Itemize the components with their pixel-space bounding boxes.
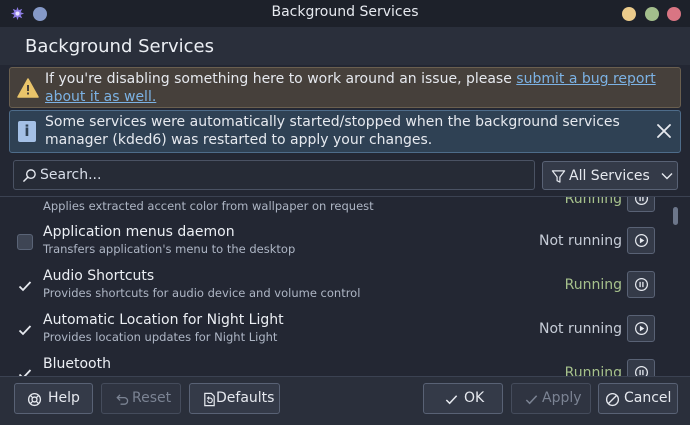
maximize-button[interactable] [645, 7, 659, 21]
service-status: Running [564, 277, 622, 293]
scrollbar-thumb[interactable] [673, 207, 678, 225]
check-icon [525, 395, 538, 405]
service-name: Bluetooth [43, 356, 111, 372]
start-service-button[interactable] [627, 227, 655, 254]
stop-service-button[interactable] [627, 271, 655, 298]
service-status: Not running [538, 233, 622, 249]
service-checkbox[interactable] [17, 366, 33, 376]
service-row[interactable]: Applies extracted accent color from wall… [0, 196, 680, 223]
undo-icon [116, 394, 129, 405]
pause-icon [634, 197, 649, 206]
warning-message: If you're disabling something here to wo… [9, 67, 681, 108]
service-status: Not running [538, 321, 622, 337]
service-row[interactable]: Audio Shortcuts Provides shortcuts for a… [0, 267, 680, 311]
filter-icon [551, 170, 566, 183]
filter-selected-label: All Services [569, 168, 650, 184]
document-restore-icon [204, 392, 215, 407]
apply-button[interactable]: Apply [511, 383, 591, 414]
service-status: Running [564, 365, 622, 376]
service-description: Applies extracted accent color from wall… [43, 199, 374, 213]
stop-service-button[interactable] [627, 197, 655, 212]
search-input[interactable] [40, 161, 528, 189]
cancel-button[interactable]: Cancel [598, 383, 678, 414]
search-field[interactable] [13, 160, 535, 190]
play-icon [634, 321, 649, 336]
warning-text: If you're disabling something here to wo… [45, 70, 675, 106]
defaults-button[interactable]: Defaults [189, 383, 280, 414]
ok-button[interactable]: OK [423, 383, 503, 414]
help-label: Help [48, 390, 80, 406]
ok-label: OK [464, 390, 485, 406]
service-description: Provides shortcuts for audio device and … [43, 286, 361, 300]
stop-service-button[interactable] [627, 359, 655, 376]
service-name: Automatic Location for Night Light [43, 312, 284, 328]
apply-label: Apply [542, 390, 582, 406]
window-title: Background Services [271, 4, 419, 20]
reset-button[interactable]: Reset [101, 383, 181, 414]
services-list[interactable]: Applies extracted accent color from wall… [0, 196, 690, 376]
service-row[interactable]: Bluetooth Running [0, 355, 680, 376]
cancel-label: Cancel [624, 390, 672, 406]
window-titlebar[interactable]: Background Services [0, 0, 690, 27]
help-icon [27, 392, 42, 407]
service-checkbox[interactable] [17, 322, 33, 338]
start-service-button[interactable] [627, 315, 655, 342]
pause-icon [634, 277, 649, 292]
page-header: Background Services [0, 27, 690, 65]
info-message: i Some services were automatically start… [9, 110, 681, 153]
close-window-button[interactable] [667, 7, 681, 21]
check-icon [18, 281, 32, 292]
close-icon[interactable] [655, 122, 673, 140]
cancel-icon [605, 392, 620, 407]
dialog-footer: Help Reset Defaults OK Apply Cancel [0, 376, 690, 425]
minimize-button[interactable] [622, 7, 636, 21]
service-name: Audio Shortcuts [43, 268, 155, 284]
info-icon: i [18, 121, 36, 142]
service-row[interactable]: Application menus daemon Transfers appli… [0, 223, 680, 267]
service-name: Application menus daemon [43, 224, 235, 240]
service-description: Transfers application's menu to the desk… [43, 242, 296, 256]
pause-icon [634, 365, 649, 376]
defaults-label: Defaults [216, 390, 275, 406]
play-icon [634, 233, 649, 248]
check-icon [445, 395, 458, 405]
service-status: Running [564, 196, 622, 207]
service-checkbox[interactable] [17, 234, 33, 250]
check-icon [18, 369, 32, 376]
help-button[interactable]: Help [14, 383, 93, 414]
service-checkbox[interactable] [17, 278, 33, 294]
search-icon [23, 169, 36, 182]
page-title: Background Services [25, 36, 215, 57]
service-row[interactable]: Automatic Location for Night Light Provi… [0, 311, 680, 355]
warning-icon [17, 78, 39, 98]
check-icon [18, 325, 32, 336]
warning-text-body: If you're disabling something here to wo… [45, 71, 517, 87]
chevron-down-icon [661, 173, 673, 180]
info-text: Some services were automatically started… [45, 114, 620, 148]
services-filter-dropdown[interactable]: All Services [542, 161, 678, 190]
reset-label: Reset [132, 390, 172, 406]
service-description: Provides location updates for Night Ligh… [43, 330, 278, 344]
